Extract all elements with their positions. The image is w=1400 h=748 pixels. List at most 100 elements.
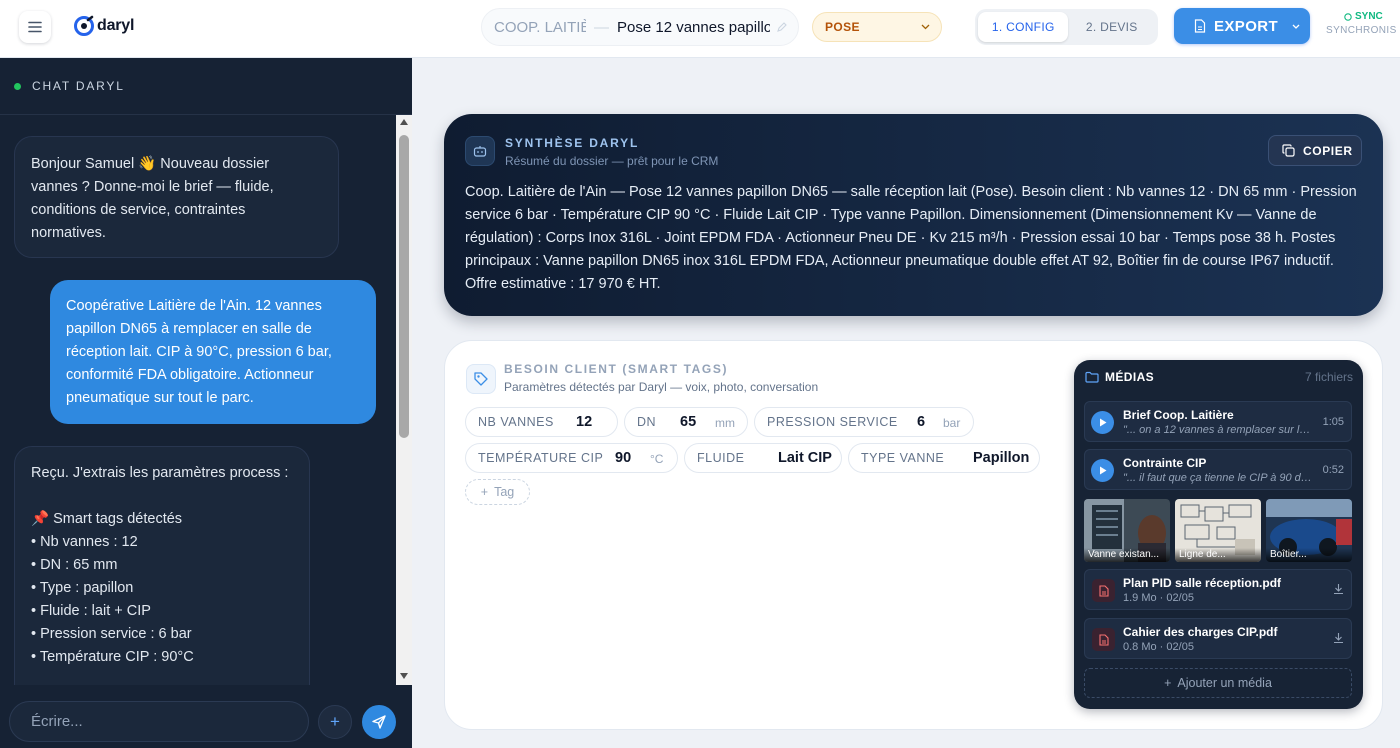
smart-tag-label: FLUIDE [697,451,745,465]
smart-tag-value: 90 [615,450,632,466]
audio-snippet: "... on a 12 vannes à remplacer sur la l… [1123,424,1313,436]
synthese-body: Coop. Laitière de l'Ain — Pose 12 vannes… [465,184,1357,292]
sync-subtext: SYNCHRONIS [1326,25,1397,36]
chat-panel: CHAT DARYL Bonjour Samuel 👋 Nouveau doss… [0,58,412,748]
chat-scrollbar[interactable] [396,115,412,685]
hamburger-icon [28,21,42,33]
tab-config[interactable]: 1. CONFIG [978,12,1069,42]
logo-text: daryl [97,17,135,34]
smart-tag-unit: bar [943,416,961,430]
document-item[interactable]: Plan PID salle réception.pdf 1.9 Mo · 02… [1084,569,1352,610]
export-label: EXPORT [1214,17,1279,35]
send-icon [372,715,386,729]
download-icon[interactable] [1333,632,1344,644]
download-icon[interactable] [1333,583,1344,595]
smart-tag-label: NB VANNES [478,415,554,429]
play-button[interactable] [1091,411,1114,434]
media-count: 7 fichiers [1304,370,1353,384]
media-panel: MÉDIAS 7 fichiers Brief Coop. Laitière "… [1074,360,1363,709]
audio-snippet: "... il faut que ça tienne le CIP à 90 d… [1123,472,1313,484]
document-item[interactable]: Cahier des charges CIP.pdf 0.8 Mo · 02/0… [1084,618,1352,659]
audio-title: Contrainte CIP [1123,456,1207,470]
play-icon [1099,418,1106,427]
document-meta: 1.9 Mo · 02/05 [1123,592,1194,604]
smart-tag-unit: mm [715,416,735,430]
intervention-type-select[interactable]: POSE [812,12,942,42]
photo-thumbnail[interactable]: Vanne existan... [1084,499,1170,562]
media-header: MÉDIAS 7 fichiers [1085,370,1353,384]
smart-tag-label: PRESSION SERVICE [767,415,898,429]
copy-button[interactable]: COPIER [1268,135,1362,166]
add-tag-label: Tag [494,485,515,499]
copy-icon [1282,144,1295,157]
smart-tag-value: Lait CIP [778,450,832,466]
step-tabs: 1. CONFIG 2. DEVIS [975,9,1158,45]
chat-messages[interactable]: Bonjour Samuel 👋 Nouveau dossier vannes … [0,115,396,685]
add-media-label: Ajouter un média [1177,676,1272,690]
plus-icon: + [330,712,340,731]
besoin-client-card: BESOIN CLIENT (SMART TAGS) Paramètres dé… [444,340,1383,730]
play-button[interactable] [1091,459,1114,482]
plus-icon: + [480,485,489,499]
photo-thumbnail[interactable]: Boîtier... [1266,499,1352,562]
document-name: Plan PID salle réception.pdf [1123,576,1282,590]
sync-check-icon [1344,13,1352,21]
copy-label: COPIER [1303,143,1353,158]
chevron-down-icon [921,24,930,30]
smart-tag-value: 65 [680,414,697,430]
media-title: MÉDIAS [1105,370,1155,384]
smart-tag-fluide[interactable]: FLUIDE Lait CIP [684,443,842,473]
scroll-thumb[interactable] [399,135,409,438]
smart-tag-pression-service[interactable]: PRESSION SERVICE 6 bar [754,407,974,437]
tab-devis[interactable]: 2. DEVIS [1068,12,1155,42]
audio-duration: 1:05 [1322,416,1344,428]
besoin-subtitle: Paramètres détectés par Daryl — voix, ph… [504,380,819,394]
project-title: Pose 12 vannes papillo [617,18,770,36]
attach-button[interactable]: + [318,705,352,739]
pdf-icon-wrap [1092,579,1115,602]
online-indicator [14,82,21,90]
audio-item[interactable]: Brief Coop. Laitière "... on a 12 vannes… [1084,401,1352,442]
folder-icon [1085,371,1099,383]
project-separator: — [594,18,609,36]
smart-tag-dn[interactable]: DN 65 mm [624,407,748,437]
menu-button[interactable] [19,11,51,43]
sync-label: SYNC [1355,11,1383,22]
smart-tag-label: TYPE VANNE [861,451,945,465]
photo-caption: Ligne de... [1175,548,1261,562]
chat-message-user: Coopérative Laitière de l'Ain. 12 vannes… [50,280,376,424]
photo-thumbnail[interactable]: Ligne de... [1175,499,1261,562]
project-title-field[interactable]: COOP. LAITIÈI — Pose 12 vannes papillo [481,8,799,46]
chat-title: CHAT DARYL [32,79,125,93]
photo-caption: Vanne existan... [1084,548,1170,562]
pdf-icon [1098,584,1109,597]
smart-tag-value: Papillon [973,450,1030,466]
besoin-title: BESOIN CLIENT (SMART TAGS) [504,362,729,376]
send-button[interactable] [362,705,396,739]
smart-tag-type-vanne[interactable]: TYPE VANNE Papillon [848,443,1040,473]
synthese-title: SYNTHÈSE DARYL [505,136,640,150]
synthese-icon-wrap [465,136,495,166]
document-meta: 0.8 Mo · 02/05 [1123,641,1194,653]
tag-icon [474,372,488,386]
chat-message-bot: Reçu. J'extrais les paramètres process :… [14,446,310,685]
add-tag-button[interactable]: + Tag [465,479,530,505]
add-media-button[interactable]: + Ajouter un média [1084,668,1352,698]
tag-icon-wrap [466,364,496,394]
pencil-icon[interactable] [776,21,788,33]
smart-tag-temperature-cip[interactable]: TEMPÉRATURE CIP 90 °C [465,443,678,473]
smart-tag-nb-vannes[interactable]: NB VANNES 12 [465,407,618,437]
sync-status: SYNC SYNCHRONIS [1326,11,1400,36]
chat-message-bot: Bonjour Samuel 👋 Nouveau dossier vannes … [14,136,339,258]
logo[interactable]: daryl [73,15,134,37]
export-button[interactable]: EXPORT [1174,8,1310,44]
chevron-down-icon [1292,24,1300,29]
file-icon [1194,19,1206,33]
scroll-up-arrow[interactable] [399,119,409,127]
chat-input[interactable]: Écrire... [9,701,309,742]
audio-title: Brief Coop. Laitière [1123,408,1234,422]
scroll-down-arrow[interactable] [399,673,409,681]
plus-icon: + [1164,676,1172,690]
top-bar: daryl COOP. LAITIÈI — Pose 12 vannes pap… [0,0,1400,58]
audio-item[interactable]: Contrainte CIP "... il faut que ça tienn… [1084,449,1352,490]
